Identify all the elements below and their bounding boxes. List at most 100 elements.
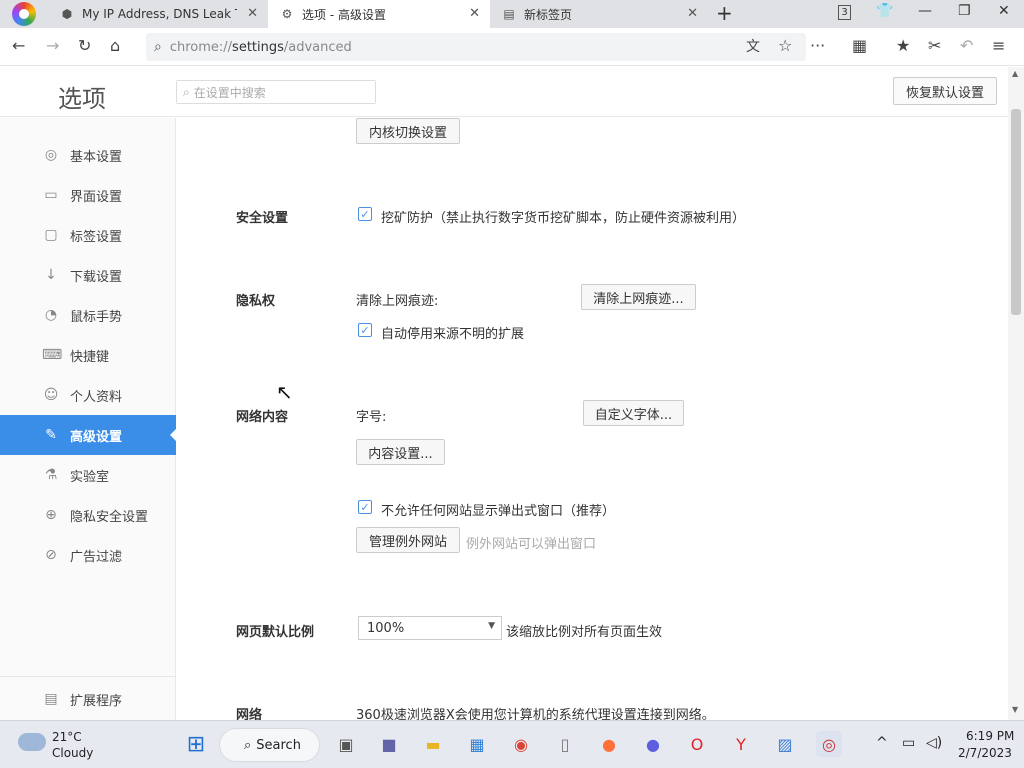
wrench-icon: ✎ [45,427,57,443]
sidebar-item-label: 扩展程序 [70,693,123,709]
section-title-web-content: 网络内容 [236,410,289,425]
cloud-icon[interactable] [18,733,46,751]
page-scrollbar[interactable]: ▲ ▼ [1008,67,1024,720]
close-icon[interactable]: ✕ [469,6,480,21]
undo-icon[interactable]: ↶ [960,36,973,55]
apps-grid-icon[interactable]: ▦ [852,36,867,55]
shield-plus-icon: ⊕ [45,507,57,523]
close-icon[interactable]: ✕ [687,6,698,21]
flask-icon: ⚗ [44,467,58,483]
tab-label: My IP Address, DNS Leak Test [82,7,237,21]
window-icon: ▭ [44,187,58,203]
sidebar-item-label: 实验室 [70,469,110,485]
restore-window-button[interactable]: ❐ [958,3,971,19]
translate-icon[interactable]: 文 [746,36,760,56]
sidebar-item-label: 广告过滤 [70,549,123,565]
newtab-icon: ▤ [503,7,515,21]
sidebar-item-interface[interactable]: ▭ 界面设置 [0,175,176,215]
url-text: chrome://settings/advanced [169,39,352,55]
forward-icon[interactable]: → [46,36,59,55]
person-icon: ☺ [43,387,59,403]
clear-history-button[interactable]: 清除上网痕迹... [581,284,696,310]
sidebar-item-label: 鼠标手势 [70,309,123,325]
tab-settings[interactable]: ⚙ 选项 - 高级设置 ✕ [268,0,490,28]
default-zoom-select[interactable]: 100% ▼ [358,616,502,640]
scroll-up-icon[interactable]: ▲ [1012,69,1018,78]
tab-bar: ⬢ My IP Address, DNS Leak Test ✕ ⚙ 选项 - … [0,0,1024,28]
manage-exceptions-button[interactable]: 管理例外网站 [356,527,460,553]
address-bar[interactable]: ⌕ chrome://settings/advanced [146,33,806,61]
minimize-button[interactable]: — [918,3,932,19]
chart-app-icon[interactable]: ▨ [772,731,798,757]
sidebar-item-label: 高级设置 [70,429,123,445]
settings-search-input[interactable]: ⌕ 在设置中搜索 [176,80,376,104]
search-icon: ⌕ [244,737,252,753]
sidebar-item-privacy-security[interactable]: ⊕ 隐私安全设置 [0,495,176,535]
close-icon[interactable]: ✕ [247,6,258,21]
new-tab-button[interactable]: + [716,1,733,25]
taskbar-date[interactable]: 2/7/2023 [958,746,1012,760]
windows-start-icon[interactable]: ⊞ [183,731,209,757]
restore-defaults-button[interactable]: 恢复默认设置 [893,77,997,105]
sidebar-item-label: 隐私安全设置 [70,509,149,525]
search-placeholder: 在设置中搜索 [193,85,266,100]
menu-icon[interactable]: ≡ [992,36,1005,55]
sidebar-item-mouse-gesture[interactable]: ◔ 鼠标手势 [0,295,176,335]
sidebar-item-ad-filter[interactable]: ⊘ 广告过滤 [0,535,176,575]
store-icon[interactable]: ▦ [464,731,490,757]
weather-temperature[interactable]: 21°C [52,730,82,744]
weather-description[interactable]: Cloudy [52,746,93,760]
tab-ip-address[interactable]: ⬢ My IP Address, DNS Leak Test ✕ [48,0,268,28]
browser-360-icon[interactable]: ◎ [816,731,842,757]
sidebar-item-label: 基本设置 [70,149,123,165]
tab-label: 选项 - 高级设置 [302,7,386,22]
yandex-icon[interactable]: Y [728,731,754,757]
chat-icon[interactable]: ■ [376,731,402,757]
mining-protection-checkbox[interactable]: ✓ [358,207,372,221]
more-icon[interactable]: ··· [810,36,825,55]
sidebar-item-basic[interactable]: ◎ 基本设置 [0,135,176,175]
chrome-icon[interactable]: ◉ [508,731,534,757]
custom-font-button[interactable]: 自定义字体... [583,400,684,426]
sidebar-item-lab[interactable]: ⚗ 实验室 [0,455,176,495]
close-window-button[interactable]: ✕ [998,3,1010,19]
network-icon[interactable]: ▭ [902,735,915,751]
firefox-nightly-icon[interactable]: ● [640,731,666,757]
document-icon[interactable]: ▯ [552,731,578,757]
task-view-icon[interactable]: ▣ [333,731,359,757]
browser-logo-icon[interactable] [12,2,36,26]
taskbar-search-button[interactable]: ⌕ Search [219,728,320,762]
star-icon[interactable]: ☆ [778,36,792,55]
scissors-icon[interactable]: ✂ [928,36,941,55]
sidebar-item-label: 下载设置 [70,269,123,285]
sidebar-item-extensions[interactable]: ▤ 扩展程序 [0,679,176,719]
sidebar-item-tabs[interactable]: ▢ 标签设置 [0,215,176,255]
shirt-icon[interactable]: 👕 [876,3,893,19]
home-icon[interactable]: ⌂ [110,36,120,55]
tab-count-badge[interactable]: 3 [838,5,851,20]
content-settings-button[interactable]: 内容设置... [356,439,445,465]
sidebar-item-download[interactable]: ↓ 下载设置 [0,255,176,295]
taskbar-search-label: Search [256,737,301,753]
sidebar-item-label: 标签设置 [70,229,123,245]
favorites-icon[interactable]: ★ [896,36,910,55]
scroll-down-icon[interactable]: ▼ [1012,705,1018,714]
kernel-switch-button[interactable]: 内核切换设置 [356,118,460,144]
scrollbar-thumb[interactable] [1011,109,1021,315]
taskbar-time[interactable]: 6:19 PM [966,729,1014,743]
block-popups-checkbox[interactable]: ✓ [358,500,372,514]
firefox-icon[interactable]: ● [596,731,622,757]
chevron-up-icon[interactable]: ^ [876,735,888,751]
sidebar-item-shortcuts[interactable]: ⌨ 快捷键 [0,335,176,375]
sidebar-item-advanced[interactable]: ✎ 高级设置 [0,415,176,455]
volume-icon[interactable]: ◁) [926,735,942,751]
settings-header: 选项 ⌕ 在设置中搜索 恢复默认设置 [0,67,1008,117]
opera-icon[interactable]: O [684,731,710,757]
auto-disable-extensions-checkbox[interactable]: ✓ [358,323,372,337]
back-icon[interactable]: ← [12,36,25,55]
sidebar-item-profile[interactable]: ☺ 个人资料 [0,375,176,415]
tab-new-tab[interactable]: ▤ 新标签页 ✕ [490,0,708,28]
reload-icon[interactable]: ↻ [78,36,91,55]
zoom-hint: 该缩放比例对所有页面生效 [506,625,663,640]
file-explorer-icon[interactable]: ▬ [420,731,446,757]
